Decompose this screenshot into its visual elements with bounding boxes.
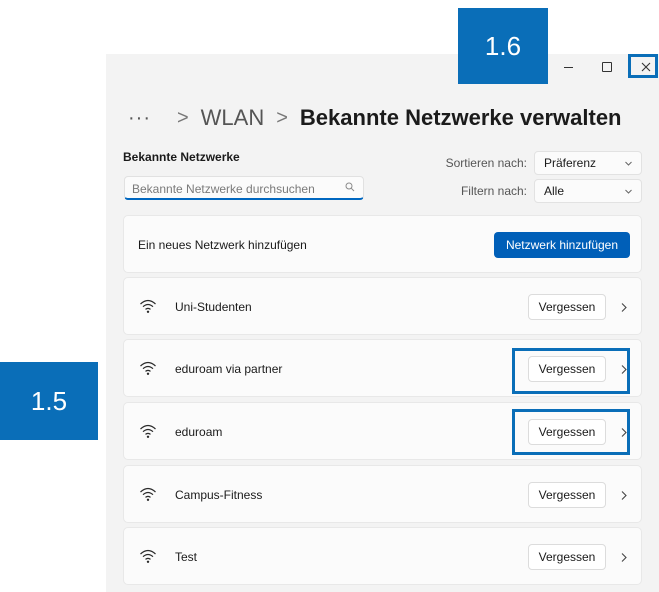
wifi-icon <box>140 549 156 563</box>
network-name: eduroam via partner <box>175 362 283 376</box>
filter-dropdown[interactable]: Alle <box>534 179 642 203</box>
add-network-card: Ein neues Netzwerk hinzufügen Netzwerk h… <box>123 215 642 273</box>
wifi-icon <box>140 487 156 501</box>
network-row-uni-studenten[interactable]: Uni-Studenten Vergessen <box>123 277 642 335</box>
sort-dropdown[interactable]: Präferenz <box>534 151 642 175</box>
annotation-highlight-forget <box>512 348 630 394</box>
network-name: Uni-Studenten <box>175 300 252 314</box>
chevron-down-icon <box>625 189 632 194</box>
network-name: Test <box>175 550 198 564</box>
annotation-badge-forget: 1.5 <box>0 362 98 440</box>
annotation-badge-close: 1.6 <box>458 8 548 84</box>
breadcrumb-overflow[interactable]: ··· <box>128 107 151 130</box>
annotation-highlight-close <box>628 54 658 78</box>
minimize-button[interactable] <box>551 54 585 80</box>
filter-value: Alle <box>544 184 565 198</box>
annotation-highlight-forget <box>512 409 630 455</box>
chevron-right-icon[interactable] <box>620 552 628 563</box>
maximize-button[interactable] <box>590 54 624 80</box>
minimize-icon <box>563 66 573 68</box>
wifi-icon <box>140 361 156 375</box>
breadcrumb-separator: > <box>176 106 189 129</box>
network-row-campus-fitness[interactable]: Campus-Fitness Vergessen <box>123 465 642 523</box>
search-icon <box>345 182 355 192</box>
filter-label: Filtern nach: <box>460 184 527 198</box>
sort-value: Präferenz <box>544 156 597 170</box>
network-name: eduroam <box>175 425 223 439</box>
chevron-right-icon[interactable] <box>620 302 628 313</box>
network-row-test[interactable]: Test Vergessen <box>123 527 642 585</box>
settings-window: ··· > WLAN > Bekannte Netzwerke verwalte… <box>106 54 659 592</box>
network-name: Campus-Fitness <box>175 488 263 502</box>
search-input[interactable] <box>130 179 339 199</box>
breadcrumb-separator: > <box>276 106 288 129</box>
add-network-button[interactable]: Netzwerk hinzufügen <box>494 232 630 258</box>
breadcrumb: ··· > WLAN > Bekannte Netzwerke verwalte… <box>128 102 622 134</box>
add-network-text: Ein neues Netzwerk hinzufügen <box>138 238 307 252</box>
forget-button[interactable]: Vergessen <box>528 544 606 570</box>
section-title: Bekannte Netzwerke <box>123 150 240 164</box>
screenshot-stage: ··· > WLAN > Bekannte Netzwerke verwalte… <box>0 0 659 592</box>
chevron-right-icon[interactable] <box>620 490 628 501</box>
forget-button[interactable]: Vergessen <box>528 482 606 508</box>
search-box[interactable] <box>124 176 364 200</box>
forget-button[interactable]: Vergessen <box>528 294 606 320</box>
wifi-icon <box>140 424 156 438</box>
wifi-icon <box>140 299 156 313</box>
chevron-down-icon <box>625 161 632 166</box>
breadcrumb-wlan[interactable]: WLAN <box>201 105 265 131</box>
maximize-icon <box>602 62 612 72</box>
page-title: Bekannte Netzwerke verwalten <box>299 105 622 130</box>
sort-label: Sortieren nach: <box>445 156 527 170</box>
